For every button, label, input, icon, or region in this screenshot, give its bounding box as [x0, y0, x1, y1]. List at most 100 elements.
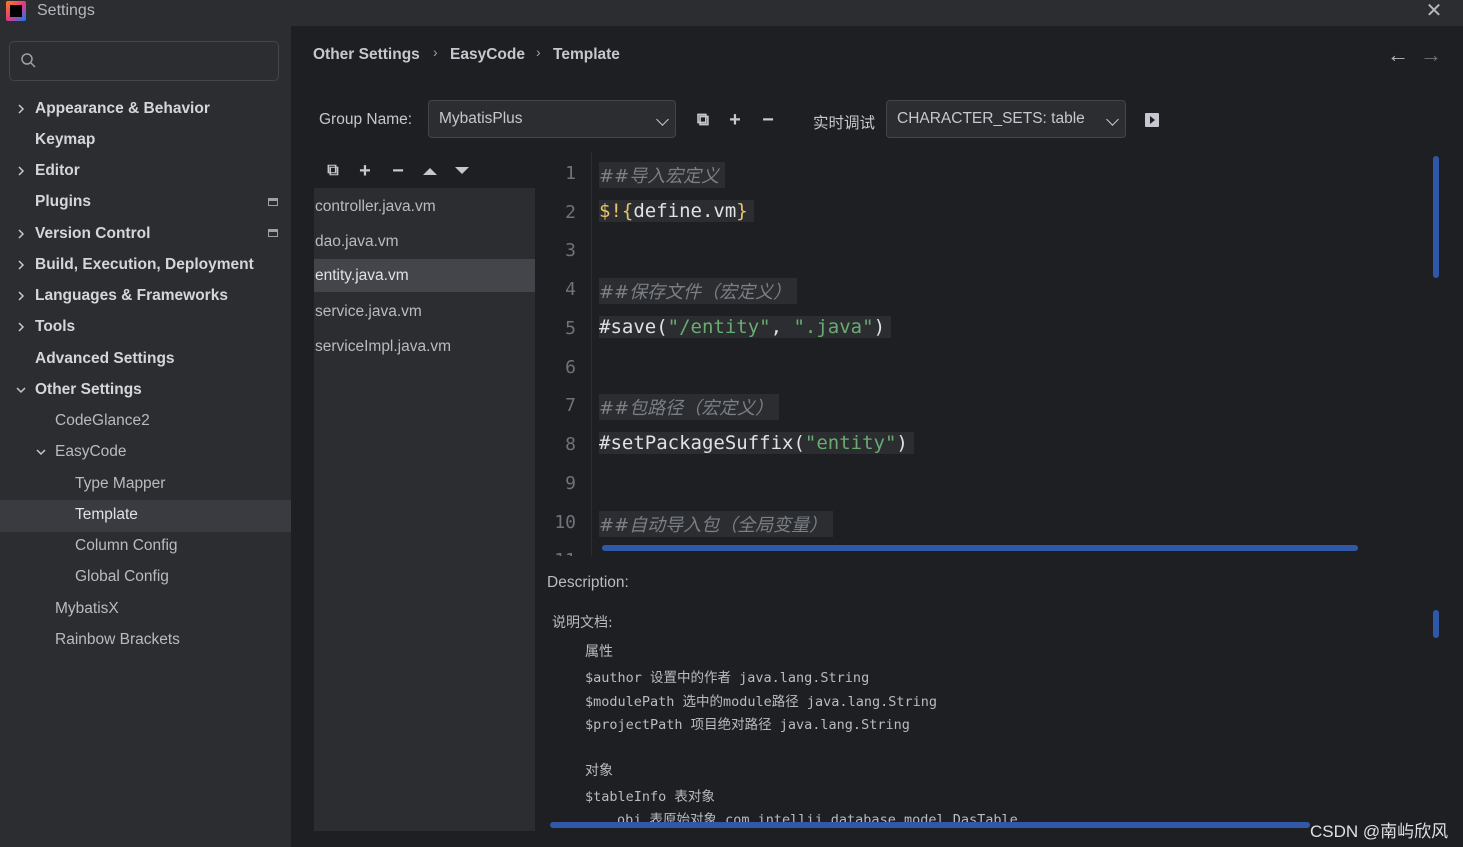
list-item[interactable]: entity.java.vm [314, 259, 535, 292]
code-token: "entity" [804, 432, 897, 454]
code-token: $! [599, 200, 622, 222]
sidebar-item-keymap[interactable]: Keymap [35, 127, 95, 153]
line-number: 5 [565, 318, 576, 339]
settings-content: Other Settings › EasyCode › Template ← →… [291, 26, 1463, 847]
chevron-right-icon[interactable] [15, 290, 27, 302]
line-number: 7 [565, 395, 576, 416]
project-level-icon [268, 198, 278, 206]
sidebar-item-languages-frameworks[interactable]: Languages & Frameworks [35, 283, 228, 309]
chevron-right-icon[interactable] [15, 228, 27, 240]
remove-file-icon[interactable]: − [388, 161, 408, 181]
description-text-area: 说明文档: 属性 $author 设置中的作者 java.lang.String… [544, 604, 1449, 833]
copy-file-icon[interactable]: ⧉ [323, 161, 343, 181]
close-icon[interactable]: ✕ [1424, 0, 1444, 22]
sidebar-item-tools[interactable]: Tools [35, 314, 75, 340]
code-line-10: ##自动导入包（全局变量） [599, 511, 834, 537]
settings-sidebar: Appearance & Behavior Keymap Editor Plug… [0, 26, 291, 847]
sidebar-item-rainbow-brackets[interactable]: Rainbow Brackets [55, 627, 180, 653]
code-line-8: #setPackageSuffix("entity") [599, 432, 914, 454]
line-number: 9 [565, 473, 576, 494]
tree-selection-highlight [0, 500, 291, 532]
list-item[interactable]: service.java.vm [314, 295, 535, 328]
code-token: #save( [599, 316, 668, 338]
code-token: } [736, 200, 748, 222]
code-line-2: $!{define.vm} [599, 200, 754, 222]
sidebar-item-easycode[interactable]: EasyCode [55, 439, 127, 465]
line-number: 8 [565, 434, 576, 455]
editor-vertical-scrollbar[interactable] [1433, 156, 1439, 278]
list-item[interactable]: serviceImpl.java.vm [314, 330, 535, 363]
line-number: 1 [565, 163, 576, 184]
sidebar-item-build-execution-deployment[interactable]: Build, Execution, Deployment [35, 252, 254, 278]
sidebar-item-codeglance2[interactable]: CodeGlance2 [55, 408, 150, 434]
sidebar-item-column-config[interactable]: Column Config [75, 533, 178, 559]
gutter-separator [591, 152, 592, 556]
code-token: ) [873, 316, 886, 338]
chevron-right-icon[interactable] [15, 321, 27, 333]
chevron-down-icon[interactable] [15, 384, 27, 396]
sidebar-item-appearance-behavior[interactable]: Appearance & Behavior [35, 96, 210, 122]
add-group-icon[interactable]: + [725, 110, 745, 130]
remove-group-icon[interactable]: − [758, 110, 778, 130]
list-item[interactable]: controller.java.vm [314, 190, 535, 223]
sidebar-item-global-config[interactable]: Global Config [75, 564, 169, 590]
back-arrow-icon[interactable]: ← [1387, 42, 1409, 68]
project-level-icon [268, 229, 278, 237]
line-number: 4 [565, 279, 576, 300]
settings-search-input[interactable] [9, 41, 279, 81]
move-down-icon[interactable] [454, 165, 470, 177]
sidebar-item-plugins[interactable]: Plugins [35, 189, 91, 215]
group-name-value: MybatisPlus [439, 110, 523, 127]
chevron-right-icon[interactable] [15, 165, 27, 177]
description-line: $tableInfo 表对象 [585, 789, 715, 805]
add-file-icon[interactable]: + [355, 161, 375, 181]
sidebar-item-template[interactable]: Template [75, 502, 138, 528]
sidebar-item-type-mapper[interactable]: Type Mapper [75, 471, 165, 497]
line-number: 2 [565, 202, 576, 223]
list-item[interactable]: dao.java.vm [314, 225, 535, 258]
title-bar: Settings ✕ [0, 0, 1463, 26]
code-token: "/entity" [667, 316, 771, 338]
breadcrumb-other-settings[interactable]: Other Settings [313, 46, 420, 64]
chevron-right-icon[interactable] [15, 259, 27, 271]
copy-group-icon[interactable]: ⧉ [693, 110, 713, 130]
sidebar-item-other-settings[interactable]: Other Settings [35, 377, 142, 403]
chevron-down-icon [1106, 113, 1119, 126]
group-name-select[interactable]: MybatisPlus [428, 100, 676, 138]
breadcrumb-separator-icon: › [536, 44, 541, 60]
search-icon [21, 53, 36, 68]
code-line-7: ##包路径（宏定义） [599, 394, 780, 420]
window-title: Settings [37, 2, 95, 19]
description-line: 属性 [585, 644, 613, 660]
debug-table-select[interactable]: CHARACTER_SETS: table [886, 100, 1126, 138]
chevron-down-icon [656, 113, 669, 126]
debug-label: 实时调试 [813, 115, 876, 132]
description-line: 说明文档: [552, 615, 613, 631]
breadcrumb-separator-icon: › [433, 44, 438, 60]
line-number: 10 [554, 512, 576, 533]
breadcrumb-easycode[interactable]: EasyCode [450, 46, 525, 64]
move-up-icon[interactable] [422, 165, 438, 177]
template-code-editor[interactable]: 1 2 3 4 5 6 7 8 9 10 11 ##导入宏定义 $!{defin… [544, 152, 1449, 556]
forward-arrow-icon[interactable]: → [1420, 42, 1442, 68]
code-line-4: ##保存文件（宏定义） [599, 278, 798, 304]
sidebar-item-mybatisx[interactable]: MybatisX [55, 596, 119, 622]
code-token: #setPackageSuffix( [599, 432, 805, 454]
description-line: $author 设置中的作者 java.lang.String [585, 670, 870, 686]
sidebar-item-advanced-settings[interactable]: Advanced Settings [35, 346, 175, 372]
description-line: $modulePath 选中的module路径 java.lang.String [585, 694, 937, 710]
line-number: 6 [565, 357, 576, 378]
description-label: Description: [547, 574, 629, 591]
editor-horizontal-scrollbar[interactable] [602, 545, 1358, 551]
sidebar-item-editor[interactable]: Editor [35, 158, 80, 184]
sidebar-item-version-control[interactable]: Version Control [35, 221, 150, 247]
chevron-down-icon[interactable] [35, 446, 47, 458]
run-debug-icon[interactable] [1144, 112, 1160, 128]
chevron-right-icon[interactable] [15, 103, 27, 115]
description-horizontal-scrollbar[interactable] [550, 822, 1310, 828]
description-vertical-scrollbar[interactable] [1433, 610, 1439, 638]
code-token: define.vm [633, 200, 737, 222]
code-token: ".java" [793, 316, 874, 338]
group-name-label: Group Name: [319, 111, 413, 128]
breadcrumb-template: Template [553, 46, 620, 63]
